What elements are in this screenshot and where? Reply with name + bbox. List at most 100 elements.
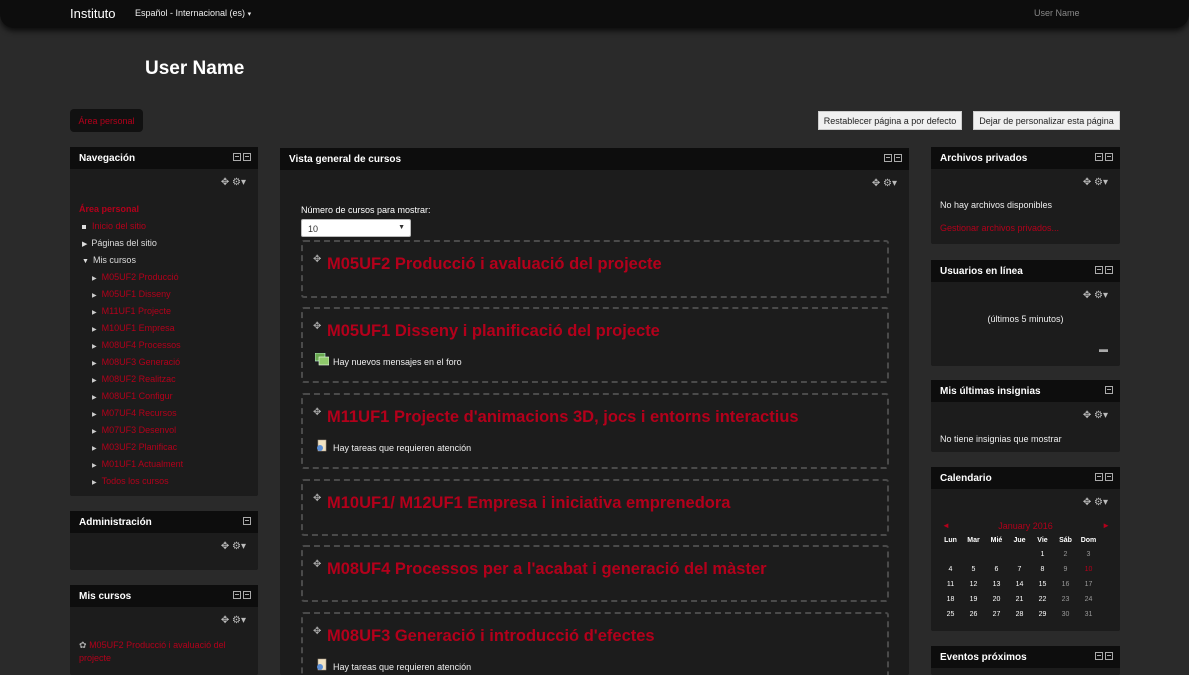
nav-course-item[interactable]: ▶ M10UF1 Empresa xyxy=(92,323,175,333)
course-title[interactable]: M05UF1 Disseny i planificació del projec… xyxy=(327,322,660,341)
nav-more-courses[interactable]: ▶ Todos los cursos xyxy=(92,476,169,486)
language-menu[interactable]: Español - Internacional (es) ▾ xyxy=(135,8,251,18)
move-icon[interactable]: ✥ xyxy=(313,407,321,418)
calendar-day[interactable]: 5 xyxy=(962,562,985,577)
nav-my-courses[interactable]: ▼ Mis cursos xyxy=(82,255,136,265)
calendar-day[interactable]: 12 xyxy=(962,577,985,592)
dock-icon[interactable] xyxy=(1095,266,1103,274)
course-title[interactable]: M08UF4 Processos per a l'acabat i genera… xyxy=(327,560,767,579)
calendar-day[interactable]: 8 xyxy=(1031,562,1054,577)
nav-course-item[interactable]: ▶ M08UF2 Realitzac xyxy=(92,374,176,384)
move-icon[interactable]: ✥ xyxy=(1083,177,1091,188)
calendar-day[interactable]: 14 xyxy=(1008,577,1031,592)
message-icon[interactable]: ▬ xyxy=(1099,344,1108,354)
calendar-day[interactable]: 28 xyxy=(1008,607,1031,622)
calendar-day[interactable]: 30 xyxy=(1054,607,1077,622)
calendar-day[interactable]: 3 xyxy=(1077,547,1100,562)
calendar-day[interactable]: 31 xyxy=(1077,607,1100,622)
gear-icon[interactable]: ⚙▾ xyxy=(232,177,246,188)
nav-course-item[interactable]: ▶ M05UF2 Producció xyxy=(92,272,179,282)
collapse-icon[interactable] xyxy=(1105,266,1113,274)
calendar-day[interactable]: 13 xyxy=(985,577,1008,592)
course-title[interactable]: M11UF1 Projecte d'animacions 3D, jocs i … xyxy=(327,408,799,427)
gear-icon[interactable]: ⚙▾ xyxy=(232,615,246,626)
calendar-day[interactable]: 4 xyxy=(939,562,962,577)
calendar-day[interactable]: 2 xyxy=(1054,547,1077,562)
move-icon[interactable]: ✥ xyxy=(313,254,321,265)
calendar-day[interactable]: 15 xyxy=(1031,577,1054,592)
course-title[interactable]: M08UF3 Generació i introducció d'efectes xyxy=(327,627,655,646)
calendar-day[interactable]: 22 xyxy=(1031,592,1054,607)
manage-files-link[interactable]: Gestionar archivos privados... xyxy=(940,223,1059,233)
collapse-icon[interactable] xyxy=(1105,652,1113,660)
collapse-icon[interactable] xyxy=(243,591,251,599)
calendar-day[interactable]: 23 xyxy=(1054,592,1077,607)
reset-page-button[interactable]: Restablecer página a por defecto xyxy=(818,111,962,130)
courses-count-select[interactable]: 10 ▼ xyxy=(301,219,411,237)
move-icon[interactable]: ✥ xyxy=(221,615,229,626)
nav-course-item[interactable]: ▶ M07UF3 Desenvol xyxy=(92,425,176,435)
dock-icon[interactable] xyxy=(233,153,241,161)
move-icon[interactable]: ✥ xyxy=(1083,410,1091,421)
stop-customizing-button[interactable]: Dejar de personalizar esta página xyxy=(973,111,1120,130)
nav-course-item[interactable]: ▶ M01UF1 Actualment xyxy=(92,459,183,469)
course-title[interactable]: M10UF1/ M12UF1 Empresa i iniciativa empr… xyxy=(327,494,731,513)
collapse-icon[interactable] xyxy=(1105,386,1113,394)
gear-icon[interactable]: ⚙▾ xyxy=(232,541,246,552)
move-icon[interactable]: ✥ xyxy=(313,559,321,570)
gear-icon[interactable]: ⚙▾ xyxy=(1094,290,1108,301)
calendar-day[interactable]: 11 xyxy=(939,577,962,592)
calendar-day[interactable]: 21 xyxy=(1008,592,1031,607)
gear-icon[interactable]: ⚙▾ xyxy=(1094,497,1108,508)
nav-course-item[interactable]: ▶ M07UF4 Recursos xyxy=(92,408,177,418)
calendar-day[interactable]: 29 xyxy=(1031,607,1054,622)
nav-home[interactable]: Área personal xyxy=(79,204,139,214)
move-icon[interactable]: ✥ xyxy=(313,321,321,332)
move-icon[interactable]: ✥ xyxy=(872,178,880,189)
calendar-day[interactable]: 18 xyxy=(939,592,962,607)
calendar-day[interactable]: 16 xyxy=(1054,577,1077,592)
collapse-icon[interactable] xyxy=(1105,153,1113,161)
collapse-icon[interactable] xyxy=(894,154,902,162)
calendar-day[interactable]: 27 xyxy=(985,607,1008,622)
gear-icon[interactable]: ⚙▾ xyxy=(1094,177,1108,188)
dock-icon[interactable] xyxy=(884,154,892,162)
calendar-month[interactable]: January 2016 xyxy=(931,521,1120,531)
dock-icon[interactable] xyxy=(1095,652,1103,660)
personal-area-button[interactable]: Área personal xyxy=(70,109,143,132)
move-icon[interactable]: ✥ xyxy=(313,626,321,637)
my-courses-item[interactable]: ✿ M05UF2 Producció i avaluació del proje… xyxy=(79,639,244,665)
calendar-day[interactable]: 17 xyxy=(1077,577,1100,592)
nav-site-pages[interactable]: ▶ Páginas del sitio xyxy=(82,238,157,248)
calendar-day[interactable]: 9 xyxy=(1054,562,1077,577)
nav-course-item[interactable]: ▶ M11UF1 Projecte xyxy=(92,306,171,316)
nav-course-item[interactable]: ▶ M05UF1 Disseny xyxy=(92,289,171,299)
calendar-next-button[interactable]: ► xyxy=(1102,521,1110,530)
move-icon[interactable]: ✥ xyxy=(1083,290,1091,301)
collapse-icon[interactable] xyxy=(243,153,251,161)
calendar-day[interactable]: 1 xyxy=(1031,547,1054,562)
gear-icon[interactable]: ⚙▾ xyxy=(883,178,897,189)
nav-course-item[interactable]: ▶ M08UF1 Configur xyxy=(92,391,173,401)
dock-icon[interactable] xyxy=(1095,473,1103,481)
course-title[interactable]: M05UF2 Producció i avaluació del project… xyxy=(327,255,662,274)
collapse-icon[interactable] xyxy=(1105,473,1113,481)
calendar-day[interactable]: 7 xyxy=(1008,562,1031,577)
user-menu[interactable]: User Name xyxy=(1034,8,1080,18)
move-icon[interactable]: ✥ xyxy=(221,541,229,552)
collapse-icon[interactable] xyxy=(243,517,251,525)
move-icon[interactable]: ✥ xyxy=(221,177,229,188)
site-brand[interactable]: Instituto xyxy=(70,6,116,21)
calendar-day[interactable]: 20 xyxy=(985,592,1008,607)
nav-course-item[interactable]: ▶ M08UF4 Processos xyxy=(92,340,181,350)
dock-icon[interactable] xyxy=(1095,153,1103,161)
calendar-day[interactable]: 6 xyxy=(985,562,1008,577)
gear-icon[interactable]: ⚙▾ xyxy=(1094,410,1108,421)
nav-course-item[interactable]: ▶ M08UF3 Generació xyxy=(92,357,180,367)
calendar-day[interactable]: 26 xyxy=(962,607,985,622)
nav-site-home[interactable]: Inicio del sitio xyxy=(82,221,146,231)
move-icon[interactable]: ✥ xyxy=(313,493,321,504)
dock-icon[interactable] xyxy=(233,591,241,599)
calendar-day[interactable]: 24 xyxy=(1077,592,1100,607)
nav-course-item[interactable]: ▶ M03UF2 Planificac xyxy=(92,442,177,452)
